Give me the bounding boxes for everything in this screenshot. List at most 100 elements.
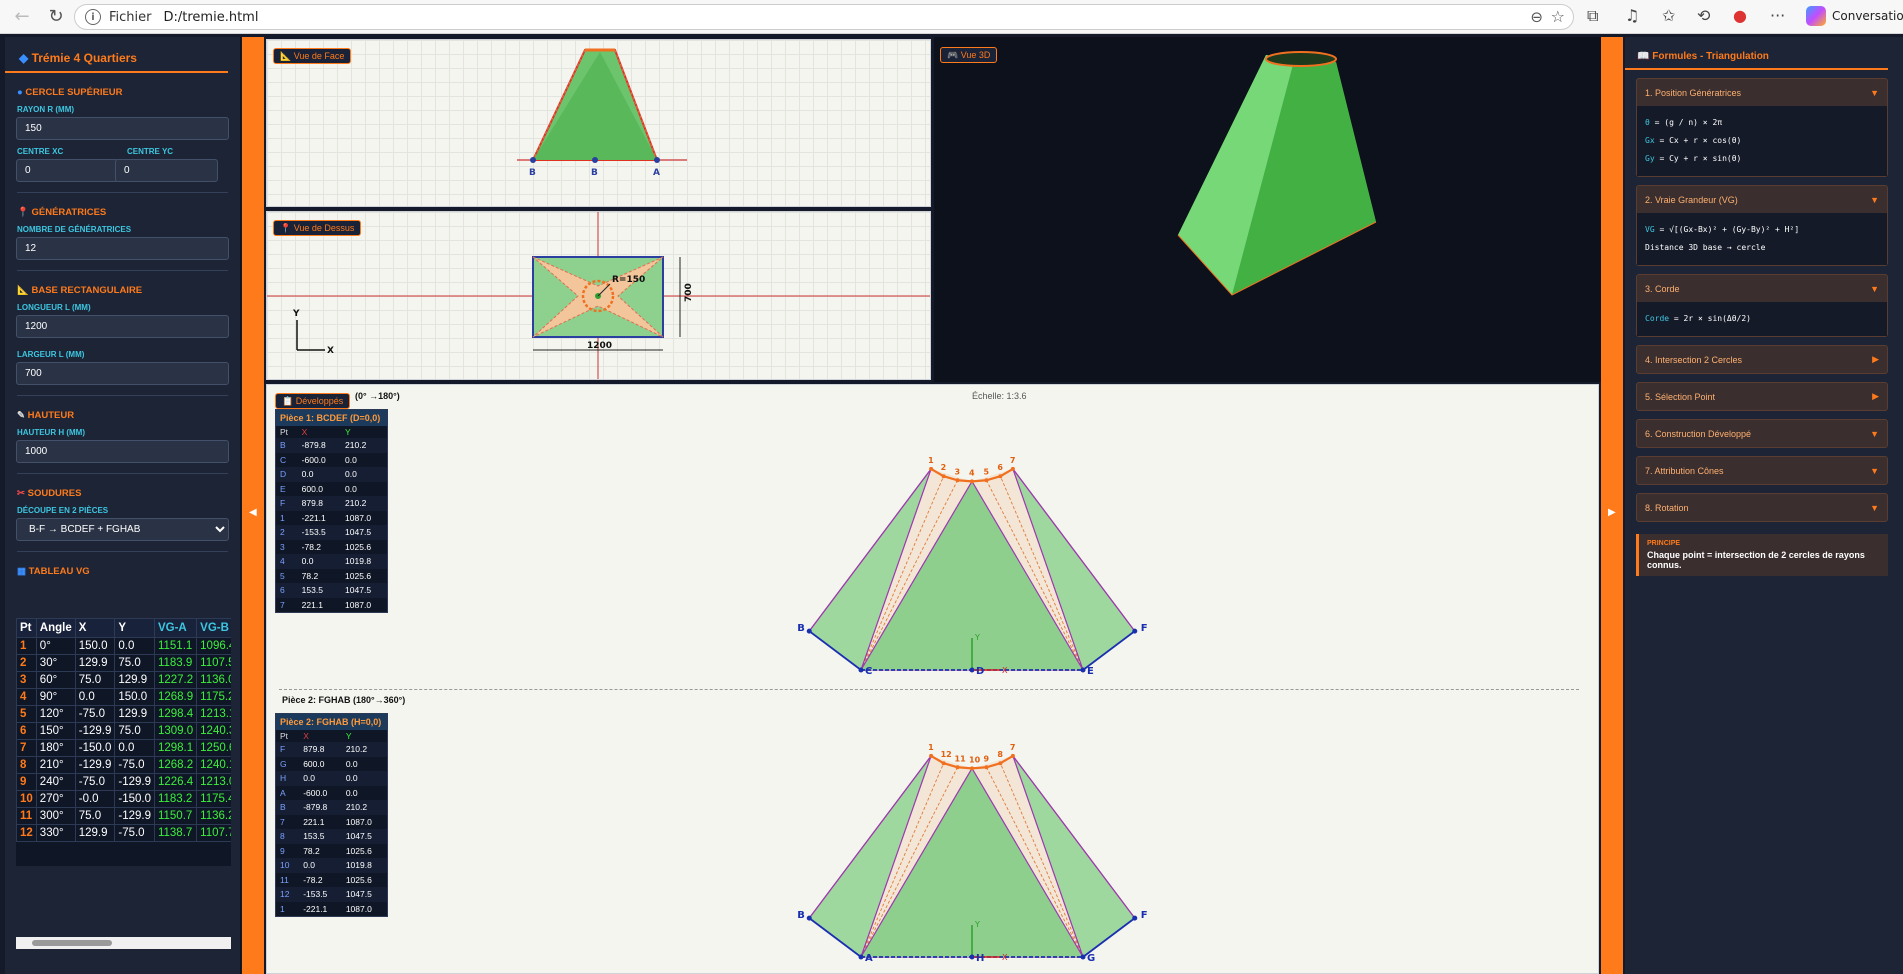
vg-cell: -75.0 [114,824,155,842]
url-text[interactable]: D:/tremie.html [164,10,259,25]
dev-gen-point [1010,466,1015,471]
piece-header-cell: Y [345,731,352,741]
vg-cell: -129.9 [74,756,116,774]
vg-cell: 0.0 [74,688,116,706]
accordion-label[interactable]: 8. Rotation [1645,503,1689,513]
info-icon[interactable]: i [85,9,101,25]
vg-cell: 1240.1 [196,756,231,774]
accordion-header[interactable]: 4. Intersection 2 Cercles ▶ [1637,346,1887,373]
accordion-header[interactable]: 6. Construction Développé ▼ [1637,420,1887,447]
extensions-icon[interactable]: ⧉ [1587,6,1598,26]
copilot-label[interactable]: Conversation [1832,9,1903,23]
vg-cell: 120° [35,705,76,723]
piece-cell: 600.0 [301,483,323,494]
accordion-header[interactable]: 7. Attribution Cônes ▼ [1637,457,1887,484]
accordion-label[interactable]: 1. Position Génératrices [1645,88,1741,98]
star-icon[interactable]: ☆ [1551,7,1565,26]
back-icon[interactable]: ← [10,5,34,29]
piece-cell: 1087.0 [345,599,372,610]
3d-view-tag: 🎮 Vue 3D [940,47,998,63]
piece-cell: F [276,496,298,511]
vg-cell: 150° [35,722,76,740]
triangle-down-icon[interactable]: ▼ [1870,284,1879,294]
table-row: 5 78.2 1025.6 [276,569,387,584]
accordion-construction[interactable]: 6. Construction Développé ▼ [1636,419,1888,448]
top-view-tag: 📍 Vue de Dessus [273,220,362,236]
accordion-rotation[interactable]: 8. Rotation ▼ [1636,493,1888,522]
accordion-position[interactable]: 1. Position Génératrices ▼ θ = (g / n) × … [1636,78,1888,177]
accordion-corde[interactable]: 3. Corde ▼ Corde = 2r × sin(Δθ/2) [1636,274,1888,337]
accordion-label[interactable]: 3. Corde [1645,284,1680,294]
caret-right-icon[interactable]: ▶ [1608,507,1616,518]
vg-cell: -129.9 [74,722,116,740]
address-bar[interactable]: i Fichier D:/tremie.html ⊖ ☆ [74,4,1574,30]
triangle-down-icon[interactable]: ▼ [1870,88,1879,98]
accordion-label[interactable]: 7. Attribution Cônes [1645,466,1724,476]
table-row: 1 -221.1 1087.0 [276,511,387,526]
accordion-header[interactable]: 2. Vraie Grandeur (VG) ▼ [1637,186,1887,213]
decoupe-select[interactable]: B-F → BCDEF + FGHAB [16,518,229,541]
triangle-right-icon[interactable]: ▶ [1872,391,1879,402]
rayon-input[interactable] [16,117,229,140]
accordion-attribution[interactable]: 7. Attribution Cônes ▼ [1636,456,1888,485]
more-icon[interactable]: ··· [1770,6,1785,25]
accordion-header[interactable]: 8. Rotation ▼ [1637,494,1887,521]
scrollbar-thumb[interactable] [32,940,112,946]
vg-cell: 1107.7 [196,824,231,842]
longueur-input[interactable] [16,315,229,338]
hauteur-input[interactable] [16,440,229,463]
zoom-icon[interactable]: ⊖ [1530,8,1543,26]
table-row: 8 153.5 1047.5 [276,829,387,844]
piece-cell: 1047.5 [341,829,387,844]
copilot-icon[interactable] [1806,6,1826,26]
favorites-icon[interactable]: ✩ [1662,6,1675,25]
piece-cell: 9 [280,845,285,856]
right-collapse-bar[interactable]: ▶ [1601,37,1623,974]
piece-cell: F [276,742,300,757]
caret-left-icon[interactable]: ◀ [249,507,257,518]
profile-icon[interactable]: ● [1733,6,1747,25]
accordion-label[interactable]: 4. Intersection 2 Cercles [1645,355,1742,365]
vg-cell: 75.0 [114,722,155,740]
triangle-down-icon[interactable]: ▼ [1870,429,1879,439]
dev-base-label: G [1087,953,1095,964]
largeur-input[interactable] [16,362,229,385]
accordion-header[interactable]: 5. Sélection Point ▶ [1637,383,1887,410]
piece-cell: -78.2 [301,541,322,552]
accordion-selection[interactable]: 5. Sélection Point ▶ [1636,382,1888,411]
dev-gen-label: 2 [941,463,947,472]
centre-yc-input[interactable] [115,159,218,182]
accordion-vg[interactable]: 2. Vraie Grandeur (VG) ▼ VG = √[(Gx-Bx)² … [1636,185,1888,266]
accordion-label[interactable]: 5. Sélection Point [1645,392,1715,402]
scale-label: Échelle: 1:3.6 [972,391,1027,401]
triangle-down-icon[interactable]: ▼ [1870,503,1879,513]
generatrices-input[interactable] [16,237,229,260]
table-row: 9240°-75.0-129.91226.41213.0 [16,773,231,791]
piece-cell: 0.0 [341,771,387,786]
3d-view-svg[interactable] [934,37,1601,382]
left-collapse-bar[interactable]: ◀ [242,37,264,974]
centre-xc-input[interactable] [16,159,119,182]
accordion-header[interactable]: 3. Corde ▼ [1637,275,1887,302]
vg-cell: 1175.2 [196,688,231,706]
app-title: ◆ Trémie 4 Quartiers [5,37,228,73]
accordion-label[interactable]: 6. Construction Développé [1645,429,1751,439]
history-icon[interactable]: ⟲ [1697,6,1710,25]
accordion-header[interactable]: 1. Position Génératrices ▼ [1637,79,1887,106]
accordion-label[interactable]: 2. Vraie Grandeur (VG) [1645,195,1738,205]
dev-gen-label: 11 [955,754,967,763]
table-row: B -879.8 210.2 [276,438,387,453]
section-soudures: ✂ SOUDURES [17,488,240,499]
formula-line: Distance 3D base → cercle [1645,243,1766,252]
accordion-intersection[interactable]: 4. Intersection 2 Cercles ▶ [1636,345,1888,374]
triangle-down-icon[interactable]: ▼ [1870,195,1879,205]
reload-icon[interactable]: ↻ [44,5,68,29]
left-parameters-panel: ◆ Trémie 4 Quartiers ● CERCLE SUPÉRIEUR … [5,37,241,974]
top-view-svg: R=150 1200 700 Y X [267,212,930,379]
triangle-down-icon[interactable]: ▼ [1870,466,1879,476]
triangle-right-icon[interactable]: ▶ [1872,354,1879,365]
vg-table-scrollbar[interactable] [16,937,231,949]
3d-view-panel[interactable]: 🎮 Vue 3D [934,37,1601,382]
media-icon[interactable]: ♫ [1625,6,1639,25]
vg-cell: 75.0 [114,654,155,672]
